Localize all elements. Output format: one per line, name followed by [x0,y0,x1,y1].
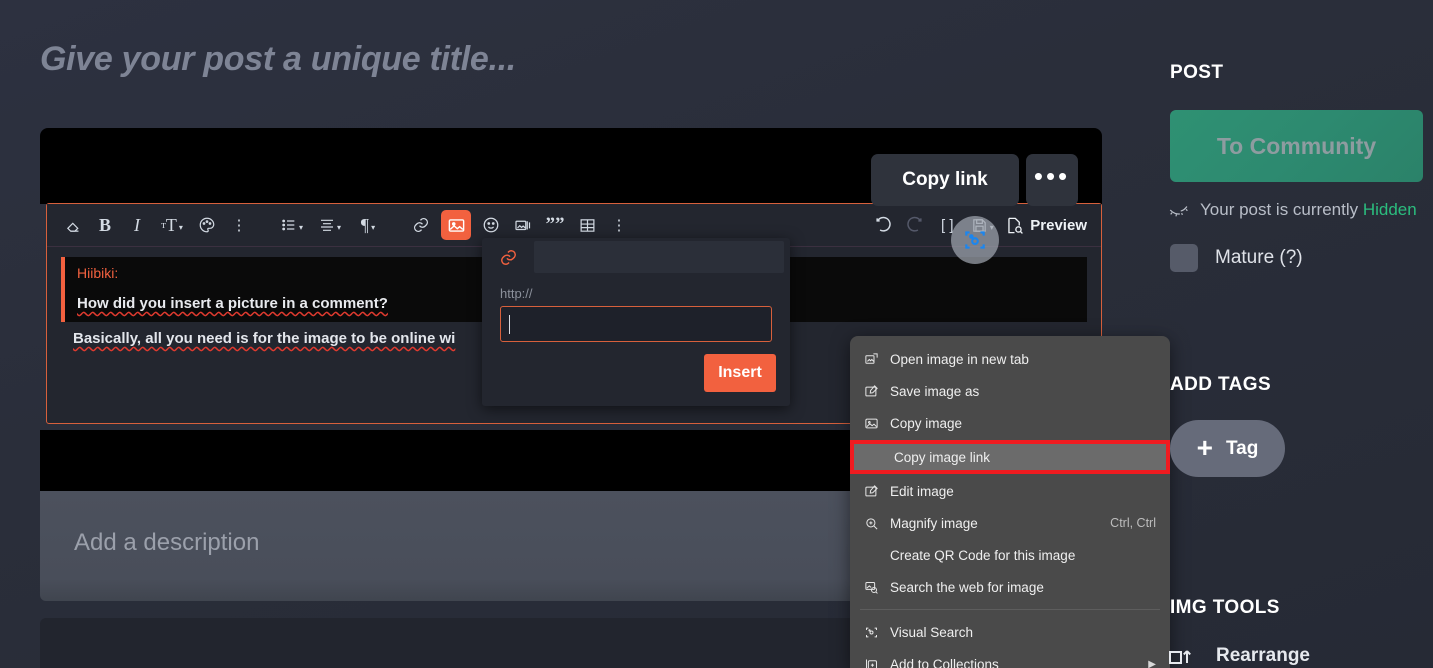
menu-item-label: Create QR Code for this image [890,547,1076,563]
undo-icon[interactable] [871,211,895,239]
visual-search-icon [864,623,890,641]
menu-item-edit-image[interactable]: Edit image [850,475,1170,507]
insert-popup-tabs [482,238,790,276]
description-placeholder: Add a description [74,529,260,556]
add-tag-button[interactable]: + Tag [1170,420,1285,477]
mature-checkbox[interactable] [1170,244,1198,272]
menu-item-copy-image[interactable]: Copy image [850,407,1170,439]
menu-item-open-image-in-new-tab[interactable]: Open image in new tab [850,343,1170,375]
image-context-menu: Open image in new tab Save image as Copy… [850,336,1170,668]
visibility-text: Your post is currently Hidden [1200,200,1417,220]
eye-slash-icon [1168,203,1190,217]
submenu-arrow-icon: ▶ [1148,658,1156,668]
toolbar-more-icon-2[interactable]: ⋮ [607,211,631,239]
post-section-heading: POST [1170,62,1224,83]
menu-item-label: Save image as [890,383,980,399]
rearrange-label: Rearrange [1216,645,1310,666]
bold-button[interactable]: B [93,211,117,239]
menu-item-visual-search[interactable]: Visual Search [850,616,1170,648]
tags-section-heading: ADD TAGS [1170,374,1272,395]
quote-icon[interactable]: ”” [543,211,567,239]
preview-label: Preview [1030,216,1087,234]
img-tools-section-heading: IMG TOOLS [1170,597,1280,618]
rearrange-icon [1168,646,1194,666]
add-tag-label: Tag [1225,437,1259,459]
menu-item-create-qr-code[interactable]: Create QR Code for this image [850,539,1170,571]
eraser-icon[interactable] [61,211,85,239]
text-cursor [509,314,510,334]
insert-button[interactable]: Insert [704,354,776,392]
link-icon[interactable] [482,238,534,276]
right-sidebar: POST To Community Your post is currently… [1160,0,1433,668]
menu-item-label: Edit image [890,483,954,499]
table-icon[interactable] [575,211,599,239]
search-web-icon [864,578,890,596]
menu-item-label: Copy image [890,415,963,431]
visual-search-icon[interactable] [951,216,999,264]
to-community-button[interactable]: To Community [1170,110,1423,182]
italic-button[interactable]: I [125,211,149,239]
menu-item-label: Magnify image [890,515,978,531]
menu-item-label: Open image in new tab [890,351,1029,367]
font-size-icon[interactable]: т T ▾ [157,211,187,239]
emoji-icon[interactable] [479,211,503,239]
protocol-label: http:// [500,286,533,301]
menu-item-label: Visual Search [890,624,974,640]
save-image-icon [864,382,890,400]
post-title-input[interactable]: Give your post a unique title... [40,36,940,82]
insert-link-popup: http:// Insert [482,238,790,406]
menu-item-shortcut: Ctrl, Ctrl [1110,516,1156,530]
menu-item-label: Search the web for image [890,579,1044,595]
menu-item-icon-placeholder [864,546,890,564]
app-root: Give your post a unique title... B I т T ▾ [0,0,1433,668]
menu-item-magnify-image[interactable]: Magnify image Ctrl, Ctrl [850,507,1170,539]
menu-item-label: Add to Collections [890,656,999,668]
more-options-button[interactable]: ••• [1026,154,1078,206]
menu-divider [860,609,1160,610]
menu-item-search-the-web-for-image[interactable]: Search the web for image [850,571,1170,603]
gallery-icon[interactable] [511,211,535,239]
mature-toggle-row[interactable]: Mature (?) [1170,244,1303,272]
redo-icon[interactable] [903,211,927,239]
palette-icon[interactable] [195,211,219,239]
rearrange-tool[interactable]: Rearrange [1168,645,1310,667]
plus-icon: + [1196,432,1213,464]
menu-item-save-image-as[interactable]: Save image as [850,375,1170,407]
copy-image-icon [864,414,890,432]
add-collections-icon [864,655,890,668]
paragraph-icon[interactable]: ¶ ▾ [353,211,383,239]
insert-popup-tabfield[interactable] [534,241,784,273]
preview-button[interactable]: Preview [1005,216,1087,235]
menu-item-add-to-collections[interactable]: Add to Collections ▶ [850,648,1170,668]
edit-image-icon [864,482,890,500]
toolbar-more-icon-1[interactable]: ⋮ [227,211,251,239]
menu-item-copy-image-link[interactable]: Copy image link [850,440,1170,474]
mature-label: Mature (?) [1215,247,1303,268]
menu-item-icon-placeholder [868,448,894,466]
copy-link-button[interactable]: Copy link [871,154,1019,206]
magnify-icon [864,514,890,532]
visibility-prefix: Your post is currently [1200,200,1363,219]
bullet-list-icon[interactable]: ▾ [277,211,307,239]
visibility-value: Hidden [1362,200,1417,219]
url-input[interactable] [500,306,772,342]
menu-item-label: Copy image link [894,449,991,465]
link-icon[interactable] [409,211,433,239]
open-in-new-tab-icon [864,350,890,368]
image-icon[interactable] [441,210,471,240]
post-visibility-status: Your post is currently Hidden [1168,200,1417,220]
align-icon[interactable]: ▾ [315,211,345,239]
